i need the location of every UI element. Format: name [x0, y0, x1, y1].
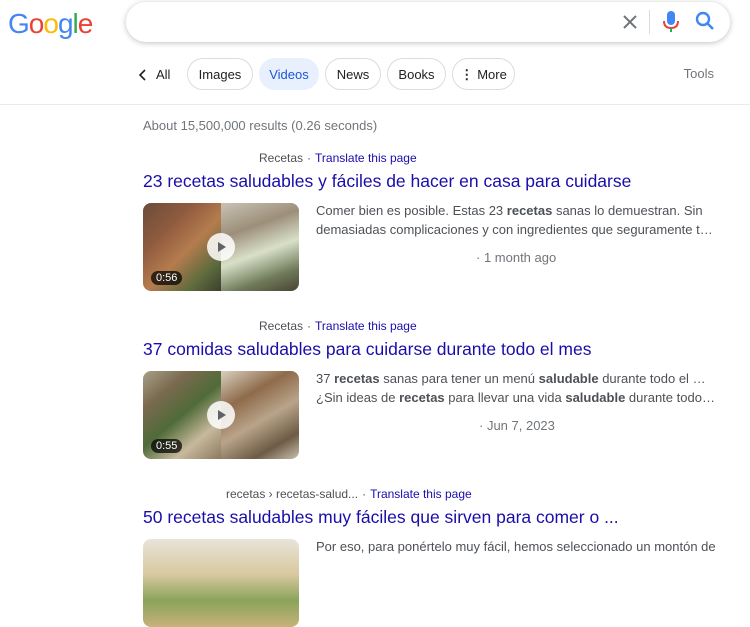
result-site: Recetas [259, 151, 304, 165]
result-site: recetas › recetas-salud... [226, 487, 359, 501]
result-cite: recetas › recetas-salud... · Translate thi… [226, 487, 472, 501]
tab-videos[interactable]: Videos [259, 58, 319, 90]
logo-letter: G [8, 8, 30, 39]
play-icon [207, 233, 235, 261]
logo-letter: g [57, 8, 74, 39]
video-thumbnail[interactable]: 0:56 [143, 203, 299, 291]
result-title[interactable]: 23 recetas saludables y fáciles de hacer… [143, 171, 723, 192]
result-cite: Recetas · Translate this page [259, 319, 417, 333]
snippet-line: demasiadas complicaciones y con ingredie… [316, 222, 716, 237]
video-duration: 0:56 [151, 271, 183, 285]
result-date: · 1 month ago [476, 250, 557, 265]
search-divider [649, 10, 650, 34]
clear-icon[interactable] [620, 12, 640, 32]
result-title[interactable]: 37 comidas saludables para cuidarse dura… [143, 339, 723, 360]
google-logo[interactable]: Google [8, 8, 94, 40]
snippet-line: 37 recetas sanas para tener un menú salu… [316, 371, 716, 386]
more-vert-icon: ⋮ [460, 67, 474, 82]
result-snippet: Comer bien es posible. Estas 23 recetas … [316, 201, 716, 239]
tab-more[interactable]: ⋮ More [452, 58, 515, 90]
snippet-line: ¿Sin ideas de recetas para llevar una vi… [316, 390, 716, 405]
logo-letter: o [43, 8, 59, 39]
translate-link[interactable]: Translate this page [315, 151, 417, 165]
logo-letter: o [28, 8, 45, 39]
result-stats: About 15,500,000 results (0.26 seconds) [143, 118, 378, 133]
tab-books[interactable]: Books [387, 58, 446, 90]
tab-images[interactable]: Images [187, 58, 253, 90]
video-thumbnail[interactable]: 0:55 [143, 371, 299, 459]
search-input[interactable] [146, 12, 610, 34]
snippet-line: Comer bien es posible. Estas 23 recetas … [316, 203, 703, 218]
result-title[interactable]: 50 recetas saludables muy fáciles que si… [143, 507, 723, 528]
microphone-icon[interactable] [661, 10, 681, 34]
result-snippet: 37 recetas sanas para tener un menú salu… [316, 369, 716, 407]
tab-news[interactable]: News [325, 58, 381, 90]
logo-letter: e [77, 8, 94, 39]
result-date: · Jun 7, 2023 [479, 418, 555, 433]
result-site: Recetas [259, 319, 304, 333]
search-icon[interactable] [694, 10, 716, 32]
search-result: Recetas · Translate this page 37 comidas s… [143, 319, 723, 469]
chevron-left-icon [138, 68, 146, 81]
translate-link[interactable]: Translate this page [370, 487, 472, 501]
tab-all[interactable]: All [138, 67, 170, 82]
search-tabs: All Images Videos News Books ⋮ More Tools [0, 58, 750, 94]
translate-link[interactable]: Translate this page [315, 319, 417, 333]
result-cite: Recetas · Translate this page [259, 151, 417, 165]
search-result: Recetas · Translate this page 23 recetas s… [143, 151, 723, 301]
header-divider [0, 104, 750, 105]
search-box [126, 2, 730, 42]
video-thumbnail[interactable] [143, 539, 299, 627]
tools-button[interactable]: Tools [684, 66, 714, 81]
search-result: recetas › recetas-salud... · Translate thi… [143, 487, 723, 627]
tab-all-label: All [156, 67, 171, 82]
snippet-line: Por eso, para ponértelo muy fácil, hemos… [316, 539, 716, 554]
result-snippet: Por eso, para ponértelo muy fácil, hemos… [316, 537, 716, 556]
play-icon [207, 401, 235, 429]
video-duration: 0:55 [151, 439, 183, 453]
